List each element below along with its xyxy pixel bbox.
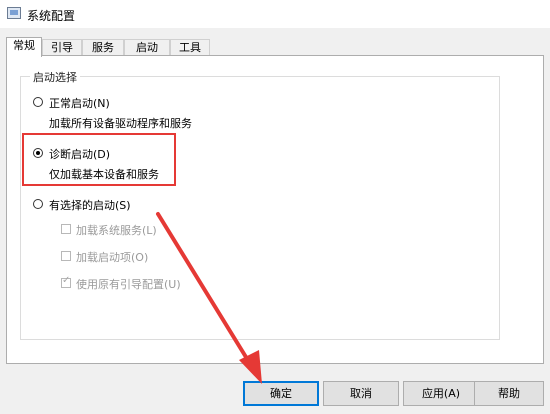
annotation-arrow-icon xyxy=(156,212,262,384)
tab-general[interactable]: 常规 xyxy=(6,37,42,57)
